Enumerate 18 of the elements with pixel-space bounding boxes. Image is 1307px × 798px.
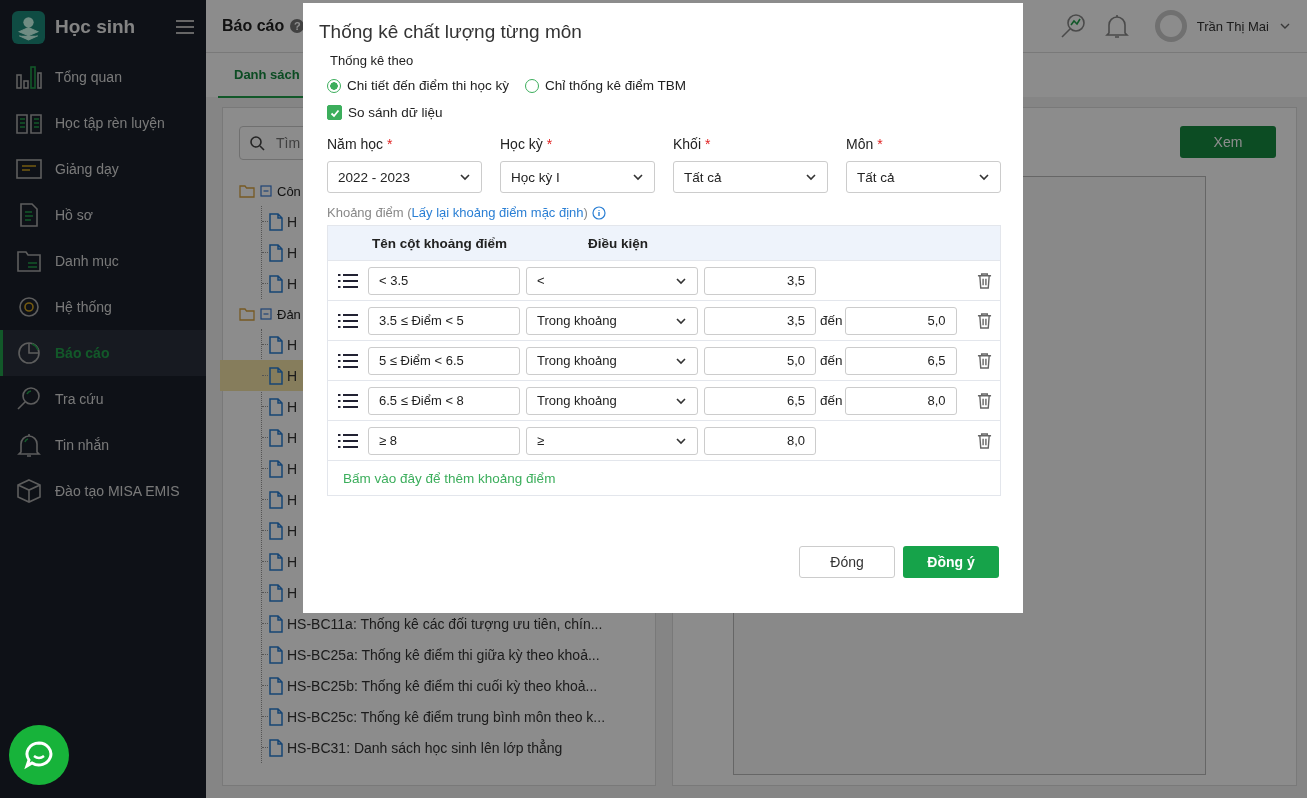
field-label: Học kỳ (500, 136, 543, 152)
field-label: Khối (673, 136, 702, 152)
page-title: Báo cáo (222, 17, 285, 35)
field-label: Năm học (327, 136, 384, 152)
required-mark: * (705, 136, 711, 152)
required-mark: * (877, 136, 883, 152)
column-header: Tên cột khoảng điểm (372, 235, 508, 251)
range-hint: Khoảng điểm (Lấy lại khoảng điểm mặc định) (327, 205, 999, 220)
column-header: Điều kiện (588, 235, 649, 251)
range-separator: đến (820, 353, 843, 368)
field-label: Thống kê theo (330, 53, 415, 68)
range-separator: đến (820, 313, 843, 328)
required-mark: * (387, 136, 393, 152)
required-mark: * (546, 136, 553, 152)
dialog-title: Thống kê chất lượng từng môn (319, 21, 583, 43)
range-separator: đến (820, 393, 843, 408)
app-title: Học sinh (55, 16, 137, 38)
field-label: Môn (846, 136, 874, 152)
